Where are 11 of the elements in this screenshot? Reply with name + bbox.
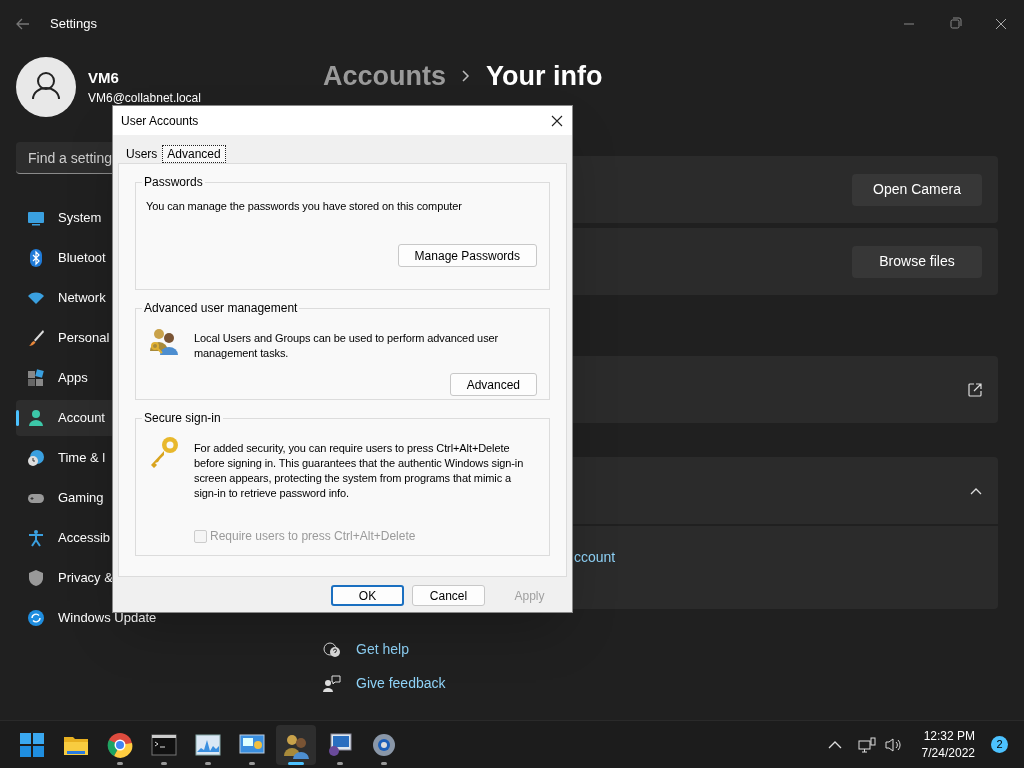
group-description: For added security, you can require users to press Ctrl+Alt+Delete before signing in. This guarantees that the authentic Windows sign-in screen appears, protecting the system from programs that mimic a sign-in to retrieve password info.	[194, 441, 525, 501]
window-title: Settings	[50, 15, 97, 34]
dialog-title: User Accounts	[121, 112, 199, 130]
user-name: VM6	[88, 67, 120, 88]
group-description: You can manage the passwords you have stored on this computer	[146, 199, 463, 214]
group-title: Advanced user management	[142, 300, 300, 316]
page-title: Your info	[486, 59, 603, 93]
group-description: Local Users and Groups can be used to perform advanced user management tasks.	[194, 331, 500, 361]
checkbox-label: Require users to press Ctrl+Alt+Delete	[210, 528, 416, 545]
group-title: Secure sign-in	[142, 410, 223, 426]
user-email: VM6@collabnet.local	[88, 90, 201, 108]
